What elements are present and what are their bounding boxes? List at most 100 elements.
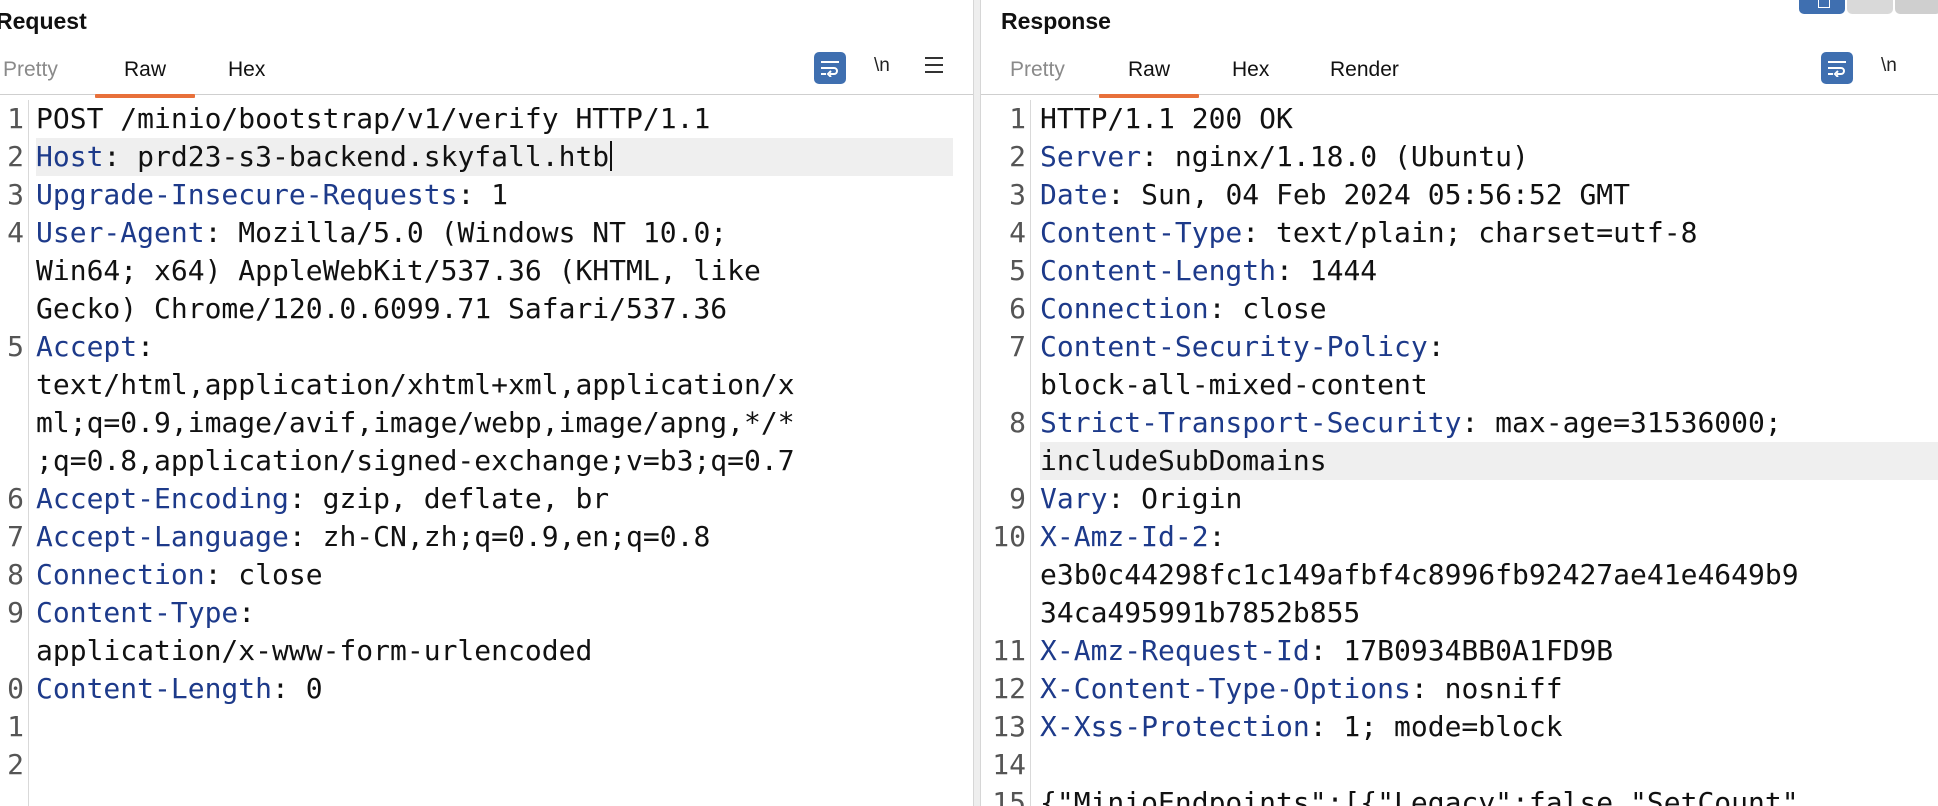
- header-value: : 1444: [1276, 254, 1378, 287]
- request-tab-pretty[interactable]: Pretty: [3, 58, 58, 82]
- code-text: text/html,application/xhtml+xml,applicat…: [36, 366, 795, 404]
- code-line[interactable]: Gecko) Chrome/120.0.6099.71 Safari/537.3…: [0, 290, 973, 328]
- code-line[interactable]: 11 X-Amz-Request-Id: 17B0934BB0A1FD9B: [981, 632, 1938, 670]
- code-line[interactable]: 8 Strict-Transport-Security: max-age=3153…: [981, 404, 1938, 442]
- code-text: HTTP/1.1 200 OK: [1040, 100, 1293, 138]
- code-line[interactable]: 9 Content-Type:: [0, 594, 973, 632]
- code-line[interactable]: 0 Content-Length: 0: [0, 670, 973, 708]
- code-text: X-Content-Type-Options: nosniff: [1040, 670, 1563, 708]
- header-name: User-Agent: [36, 216, 205, 249]
- code-line[interactable]: block-all-mixed-content: [981, 366, 1938, 404]
- code-text: Content-Length: 1444: [1040, 252, 1377, 290]
- hamburger-menu-icon[interactable]: [925, 57, 943, 78]
- code-line[interactable]: 1 POST /minio/bootstrap/v1/verify HTTP/1.…: [0, 100, 973, 138]
- response-tab-render[interactable]: Render: [1330, 58, 1399, 82]
- code-line[interactable]: 10 X-Amz-Id-2:: [981, 518, 1938, 556]
- response-editor[interactable]: 1 HTTP/1.1 200 OK 2 Server: nginx/1.18.0 (U…: [981, 100, 1938, 806]
- code-line[interactable]: 1 HTTP/1.1 200 OK: [981, 100, 1938, 138]
- header-value: : 1: [457, 178, 509, 211]
- line-number: 2: [7, 748, 24, 781]
- split-horizontal-icon[interactable]: [1799, 0, 1845, 14]
- header-value: :: [238, 596, 256, 629]
- header-value: : text/plain; charset=utf-8: [1242, 216, 1698, 249]
- header-value: text/html,application/xhtml+xml,applicat…: [36, 368, 795, 401]
- show-newlines-toggle[interactable]: \n: [1881, 55, 1897, 77]
- header-name: Strict-Transport-Security: [1040, 406, 1462, 439]
- code-line[interactable]: 2 Server: nginx/1.18.0 (Ubuntu): [981, 138, 1938, 176]
- line-number: 4: [1009, 216, 1026, 249]
- code-text: 34ca495991b7852b855: [1040, 594, 1360, 632]
- code-line[interactable]: 3 Upgrade-Insecure-Requests: 1: [0, 176, 973, 214]
- header-value: application/x-www-form-urlencoded: [36, 634, 593, 667]
- code-line[interactable]: 7 Content-Security-Policy:: [981, 328, 1938, 366]
- code-line[interactable]: text/html,application/xhtml+xml,applicat…: [0, 366, 973, 404]
- code-line[interactable]: 5 Content-Length: 1444: [981, 252, 1938, 290]
- code-text: User-Agent: Mozilla/5.0 (Windows NT 10.0…: [36, 214, 727, 252]
- header-value: : max-age=31536000;: [1461, 406, 1782, 439]
- code-line[interactable]: 4 Content-Type: text/plain; charset=utf-8: [981, 214, 1938, 252]
- header-name: X-Amz-Request-Id: [1040, 634, 1310, 667]
- code-text: Date: Sun, 04 Feb 2024 05:56:52 GMT: [1040, 176, 1630, 214]
- code-line[interactable]: 13 X-Xss-Protection: 1; mode=block: [981, 708, 1938, 746]
- request-tab-hex[interactable]: Hex: [228, 58, 265, 82]
- code-line[interactable]: 2 Host: prd23-s3-backend.skyfall.htb: [0, 138, 973, 176]
- code-text: Gecko) Chrome/120.0.6099.71 Safari/537.3…: [36, 290, 727, 328]
- code-text: Strict-Transport-Security: max-age=31536…: [1040, 404, 1782, 442]
- code-line[interactable]: 7 Accept-Language: zh-CN,zh;q=0.9,en;q=0.…: [0, 518, 973, 556]
- code-line[interactable]: ;q=0.8,application/signed-exchange;v=b3;…: [0, 442, 973, 480]
- line-number: 6: [1009, 292, 1026, 325]
- split-vertical-icon[interactable]: [1847, 0, 1893, 14]
- code-text: includeSubDomains: [1040, 442, 1327, 480]
- request-tab-raw[interactable]: Raw: [94, 58, 196, 98]
- line-number: 1: [7, 710, 24, 743]
- code-line[interactable]: 6 Connection: close: [981, 290, 1938, 328]
- header-value: :: [1427, 330, 1445, 363]
- response-tab-hex[interactable]: Hex: [1232, 58, 1269, 82]
- code-line[interactable]: Win64; x64) AppleWebKit/537.36 (KHTML, l…: [0, 252, 973, 290]
- code-line[interactable]: 15 {"MinioEndpoints":[{"Legacy":false,"Se…: [981, 784, 1938, 806]
- header-value: : nginx/1.18.0 (Ubuntu): [1141, 140, 1529, 173]
- code-line[interactable]: 14: [981, 746, 1938, 784]
- pane-divider[interactable]: [973, 0, 981, 806]
- show-newlines-toggle[interactable]: \n: [874, 55, 890, 77]
- code-line[interactable]: 8 Connection: close: [0, 556, 973, 594]
- code-line[interactable]: 6 Accept-Encoding: gzip, deflate, br: [0, 480, 973, 518]
- code-line[interactable]: 4 User-Agent: Mozilla/5.0 (Windows NT 10.…: [0, 214, 973, 252]
- line-number: 12: [992, 672, 1026, 705]
- code-line[interactable]: 5 Accept:: [0, 328, 973, 366]
- code-text: block-all-mixed-content: [1040, 366, 1428, 404]
- response-tab-pretty[interactable]: Pretty: [1010, 58, 1065, 82]
- header-value: : 17B0934BB0A1FD9B: [1309, 634, 1614, 667]
- line-number: 1: [1009, 102, 1026, 135]
- code-text: X-Amz-Id-2:: [1040, 518, 1225, 556]
- response-tab-raw[interactable]: Raw: [1098, 58, 1200, 98]
- code-line[interactable]: 9 Vary: Origin: [981, 480, 1938, 518]
- single-pane-icon[interactable]: [1895, 0, 1938, 14]
- header-name: Accept: [36, 330, 138, 363]
- code-line[interactable]: 1: [0, 708, 973, 746]
- code-line[interactable]: 12 X-Content-Type-Options: nosniff: [981, 670, 1938, 708]
- request-editor[interactable]: 1 POST /minio/bootstrap/v1/verify HTTP/1.…: [0, 100, 973, 806]
- code-line[interactable]: application/x-www-form-urlencoded: [0, 632, 973, 670]
- code-text: Vary: Origin: [1040, 480, 1242, 518]
- header-value: : 0: [272, 672, 323, 705]
- code-text: Connection: close: [1040, 290, 1327, 328]
- header-value: block-all-mixed-content: [1040, 368, 1428, 401]
- code-line[interactable]: e3b0c44298fc1c149afbf4c8996fb92427ae41e4…: [981, 556, 1938, 594]
- code-line[interactable]: 34ca495991b7852b855: [981, 594, 1938, 632]
- line-number: 7: [7, 520, 24, 553]
- header-value: :: [1208, 520, 1226, 553]
- header-name: Connection: [1040, 292, 1209, 325]
- code-text: Connection: close: [36, 556, 323, 594]
- code-line[interactable]: includeSubDomains: [981, 442, 1938, 480]
- header-value: : Origin: [1107, 482, 1243, 515]
- code-line[interactable]: ml;q=0.9,image/avif,image/webp,image/apn…: [0, 404, 973, 442]
- code-text: Accept-Encoding: gzip, deflate, br: [36, 480, 609, 518]
- code-text: X-Amz-Request-Id: 17B0934BB0A1FD9B: [1040, 632, 1613, 670]
- code-line[interactable]: 2: [0, 746, 973, 784]
- line-number: 1: [7, 102, 24, 135]
- word-wrap-icon[interactable]: [1821, 52, 1853, 84]
- line-number: 6: [7, 482, 24, 515]
- word-wrap-icon[interactable]: [814, 52, 846, 84]
- code-line[interactable]: 3 Date: Sun, 04 Feb 2024 05:56:52 GMT: [981, 176, 1938, 214]
